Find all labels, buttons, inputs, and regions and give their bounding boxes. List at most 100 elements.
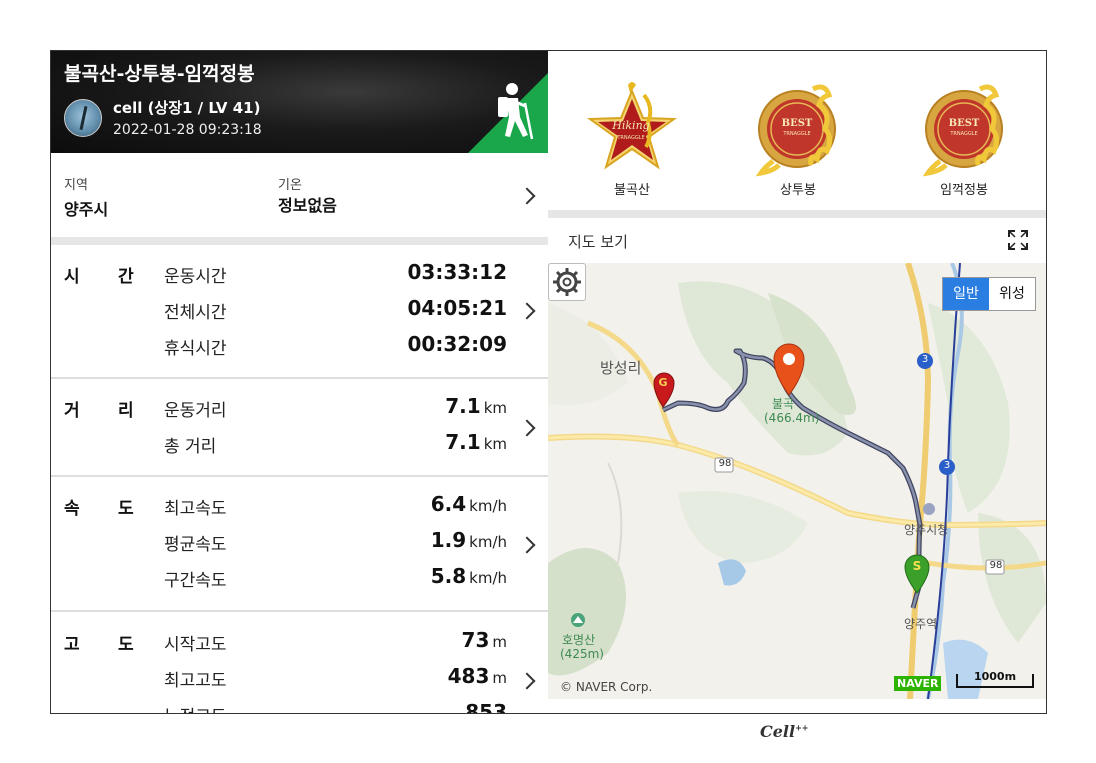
best-medal-icon[interactable]: BEST TRNAGGLE <box>751 77 847 177</box>
temperature-label: 기온 <box>278 178 302 193</box>
peak-name: 불곡 <box>772 397 795 411</box>
toggle-satellite[interactable]: 위성 <box>989 278 1035 310</box>
signature: Cell++ <box>760 722 808 741</box>
value-unit: km/h <box>469 533 507 551</box>
region-label: 지역 <box>64 178 88 193</box>
map-scale: 1000m <box>956 670 1034 688</box>
region-value: 양주시 <box>64 200 109 219</box>
value-number: 6.4 <box>430 492 467 516</box>
row-value: 00:32:09 <box>408 332 508 356</box>
goal-marker[interactable]: G <box>657 376 669 389</box>
chevron-right-icon[interactable] <box>518 302 536 320</box>
road-number: 98 <box>718 458 732 469</box>
route-map[interactable]: 방성리 불곡 (466.4m) 양주시청 양주역 호명산 (425m) 98 9… <box>548 263 1046 699</box>
badge-text: Hiking <box>611 119 649 132</box>
altitude-title-b: 도 <box>118 635 134 655</box>
row-label: 시작고도 <box>164 635 227 655</box>
map-type-toggle[interactable]: 일반 위성 <box>942 277 1036 311</box>
medal-label: 불곡산 <box>614 183 650 198</box>
divider <box>548 210 1046 218</box>
summary-panel: Hiking TRNAGGLE 불곡산 BEST TRNAGGLE 상투봉 BE… <box>548 51 1046 713</box>
value-unit: km/h <box>469 569 507 587</box>
time-title-b: 간 <box>118 267 134 287</box>
value-number: 483 <box>447 664 490 688</box>
value-unit: m <box>492 633 507 651</box>
row-label: 휴식시간 <box>164 339 227 359</box>
value-unit: km <box>483 399 507 417</box>
row-value: 7.1 km <box>445 394 507 418</box>
divider <box>51 377 548 379</box>
signature-text: Cell <box>760 722 796 741</box>
hiker-icon <box>468 73 548 153</box>
value-unit: m <box>492 669 507 687</box>
badge-subtext: TRNAGGLE <box>782 131 810 137</box>
value-number: 5.8 <box>430 564 467 588</box>
chevron-right-icon[interactable] <box>518 672 536 690</box>
gear-icon[interactable] <box>548 263 586 301</box>
user-name: cell (상장1 / LV 41) <box>113 99 261 117</box>
temperature-value: 정보없음 <box>278 196 337 215</box>
row-value: 03:33:12 <box>408 260 508 284</box>
medal-label: 상투봉 <box>780 183 816 198</box>
row-value: 04:05:21 <box>408 296 508 320</box>
peak-altitude: (425m) <box>560 647 604 661</box>
speed-title-b: 도 <box>118 499 134 519</box>
row-label: 운동거리 <box>164 401 227 421</box>
scale-label: 1000m <box>973 670 1017 683</box>
value-number: 73 <box>461 628 490 652</box>
fullscreen-icon[interactable] <box>1008 230 1028 250</box>
value-number: 1.9 <box>430 528 467 552</box>
row-value: 7.1 km <box>445 430 507 454</box>
row-value: 1.9 km/h <box>431 528 507 552</box>
place-label: 양주시청 <box>904 523 949 537</box>
time-title-a: 시 <box>64 267 80 287</box>
value-number: 04:05:21 <box>407 296 508 320</box>
value-number: 00:32:09 <box>407 332 508 356</box>
chevron-right-icon[interactable] <box>518 187 536 205</box>
row-value: 73 m <box>462 628 507 652</box>
value-unit: km <box>483 435 507 453</box>
row-label: 최고속도 <box>164 499 227 519</box>
peak-name: 호명산 <box>562 633 596 647</box>
divider <box>51 237 548 245</box>
value-number: 853 <box>465 700 507 713</box>
value-number: 03:33:12 <box>407 260 508 284</box>
peak-altitude: (466.4m) <box>764 411 820 425</box>
badge-text: BEST <box>782 118 813 129</box>
row-label: 운동시간 <box>164 267 227 287</box>
best-medal-icon[interactable]: BEST TRNAGGLE <box>918 77 1014 177</box>
chevron-right-icon[interactable] <box>518 419 536 437</box>
road-number: 3 <box>943 460 951 471</box>
divider <box>51 475 548 477</box>
road-number: 98 <box>989 560 1003 571</box>
hiking-star-badge-icon[interactable]: Hiking TRNAGGLE <box>584 77 680 177</box>
road-number: 3 <box>921 354 929 365</box>
avatar[interactable] <box>64 99 102 137</box>
chevron-right-icon[interactable] <box>518 536 536 554</box>
medal-label: 임꺽정봉 <box>940 183 988 198</box>
map-copyright: © NAVER Corp. <box>560 680 653 694</box>
start-marker[interactable]: S <box>911 559 923 573</box>
toggle-general[interactable]: 일반 <box>943 278 989 310</box>
altitude-title-a: 고 <box>64 635 80 655</box>
badge-text: BEST <box>949 118 980 129</box>
divider <box>51 610 548 612</box>
value-number: 7.1 <box>445 394 481 418</box>
info-row[interactable]: 지역 양주시 기온 정보없음 <box>51 154 548 237</box>
row-label: 전체시간 <box>164 303 227 323</box>
record-panel: 불곡산-상투봉-임꺽정봉 cell (상장1 / LV 41) 2022-01-… <box>51 51 548 713</box>
screenshot-frame: 불곡산-상투봉-임꺽정봉 cell (상장1 / LV 41) 2022-01-… <box>50 50 1047 714</box>
speed-title-a: 속 <box>64 499 80 519</box>
row-label: 최고고도 <box>164 671 227 691</box>
row-value: 853 <box>465 700 507 713</box>
map-canvas <box>548 263 1046 699</box>
row-value: 6.4 km/h <box>431 492 507 516</box>
place-label: 양주역 <box>904 617 938 631</box>
row-value: 5.8 km/h <box>431 564 507 588</box>
badge-subtext: TRNAGGLE <box>616 135 644 141</box>
signature-mark: ++ <box>795 722 809 733</box>
record-datetime: 2022-01-28 09:23:18 <box>113 122 262 138</box>
distance-title-b: 리 <box>118 401 134 421</box>
row-label: 총 거리 <box>164 437 217 457</box>
value-number: 7.1 <box>445 430 481 454</box>
